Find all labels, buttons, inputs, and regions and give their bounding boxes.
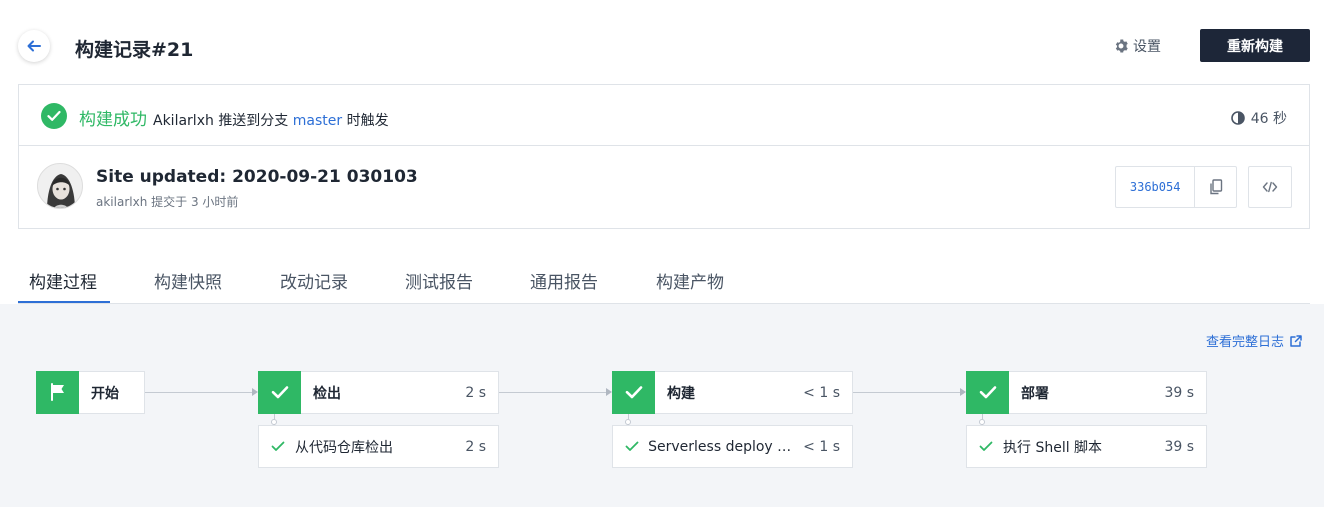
settings-label: 设置 — [1133, 39, 1161, 55]
branch-link[interactable]: master — [293, 113, 342, 129]
page-title: 构建记录#21 — [75, 39, 194, 61]
view-code-button[interactable] — [1248, 166, 1292, 208]
stage-time: < 1 s — [803, 384, 840, 401]
code-icon — [1262, 181, 1278, 193]
check-icon — [258, 370, 301, 414]
step-time: 2 s — [465, 438, 486, 455]
stage-deploy[interactable]: 部署 39 s — [966, 370, 1207, 414]
step-serverless-deploy[interactable]: Serverless deploy We... < 1 s — [612, 425, 853, 468]
build-info-card: 构建成功 Akilarlxh 推送到分支 master 时触发 46 秒 Sit… — [18, 84, 1310, 229]
tab-change-log[interactable]: 改动记录 — [280, 268, 348, 293]
pipeline-connector — [144, 392, 252, 393]
commit-row: Site updated: 2020-09-21 030103 akilarlx… — [19, 146, 1309, 230]
gear-icon — [1115, 39, 1128, 53]
trigger-text: 时触发 — [346, 113, 389, 129]
stage-name: 部署 — [1021, 385, 1049, 402]
commit-author: akilarlxh — [96, 195, 148, 209]
check-icon — [966, 370, 1009, 414]
stage-build[interactable]: 构建 < 1 s — [612, 370, 853, 414]
step-name: 从代码仓库检出 — [295, 439, 393, 456]
pushed-to-text: 推送到分支 — [218, 113, 289, 129]
stage-checkout[interactable]: 检出 2 s — [258, 370, 499, 414]
build-status-row: 构建成功 Akilarlxh 推送到分支 master 时触发 46 秒 — [19, 85, 1309, 146]
check-icon — [625, 441, 640, 452]
build-tabs: 构建过程 构建快照 改动记录 测试报告 通用报告 构建产物 — [18, 255, 1310, 304]
commit-hash-link[interactable]: 336b054 — [1116, 167, 1196, 207]
page-header: 构建记录#21 设置 重新构建 — [0, 0, 1324, 84]
pipeline-connector — [498, 392, 606, 393]
stage-name: 构建 — [667, 385, 695, 402]
build-status-text: 构建成功 Akilarlxh 推送到分支 master 时触发 — [79, 105, 389, 130]
external-link-icon — [1290, 334, 1302, 347]
step-time: 39 s — [1164, 438, 1194, 455]
check-icon — [271, 441, 287, 452]
step-name: 执行 Shell 脚本 — [1003, 439, 1103, 456]
tab-build-process[interactable]: 构建过程 — [29, 268, 97, 293]
back-arrow-icon — [27, 40, 41, 52]
settings-button[interactable]: 设置 — [1114, 36, 1161, 56]
stage-name: 检出 — [313, 385, 341, 402]
check-icon — [979, 441, 995, 452]
tab-build-snapshot[interactable]: 构建快照 — [154, 268, 222, 293]
check-circle-icon — [41, 103, 67, 129]
check-icon — [612, 370, 655, 414]
flag-icon — [36, 370, 79, 414]
commit-meta: akilarlxh 提交于 3 小时前 — [96, 193, 238, 210]
full-log-label: 查看完整日志 — [1206, 335, 1285, 350]
build-duration: 46 秒 — [1230, 108, 1287, 128]
step-checkout-from-repo[interactable]: 从代码仓库检出 2 s — [258, 425, 499, 468]
rebuild-button[interactable]: 重新构建 — [1200, 29, 1310, 62]
commit-hash-group: 336b054 — [1115, 166, 1237, 208]
duration-value: 46 秒 — [1250, 111, 1287, 127]
stage-name: 开始 — [91, 385, 119, 402]
step-run-shell-script[interactable]: 执行 Shell 脚本 39 s — [966, 425, 1207, 468]
clock-icon — [1230, 111, 1245, 125]
tab-general-report[interactable]: 通用报告 — [530, 268, 598, 293]
pipeline-area: 查看完整日志 开始 检出 2 s 构建 < 1 s 部署 39 s 从代码仓库检… — [0, 304, 1324, 507]
active-tab-indicator — [18, 301, 110, 303]
stage-time: 2 s — [465, 384, 486, 401]
copy-hash-button[interactable] — [1195, 167, 1236, 207]
pipeline-connector — [852, 392, 960, 393]
build-state: 构建成功 — [79, 110, 147, 130]
avatar — [37, 163, 83, 209]
commit-time: 提交于 3 小时前 — [151, 195, 239, 209]
trigger-author: Akilarlxh — [153, 113, 214, 129]
tab-test-report[interactable]: 测试报告 — [405, 268, 473, 293]
step-name: Serverless deploy We... — [648, 438, 804, 455]
commit-message: Site updated: 2020-09-21 030103 — [96, 167, 418, 187]
step-time: < 1 s — [803, 438, 840, 455]
view-full-log-link[interactable]: 查看完整日志 — [1206, 331, 1302, 350]
copy-icon — [1209, 179, 1222, 195]
stage-start[interactable]: 开始 — [36, 370, 145, 414]
tab-build-artifacts[interactable]: 构建产物 — [656, 268, 724, 293]
stage-time: 39 s — [1164, 384, 1194, 401]
back-button[interactable] — [18, 30, 50, 62]
